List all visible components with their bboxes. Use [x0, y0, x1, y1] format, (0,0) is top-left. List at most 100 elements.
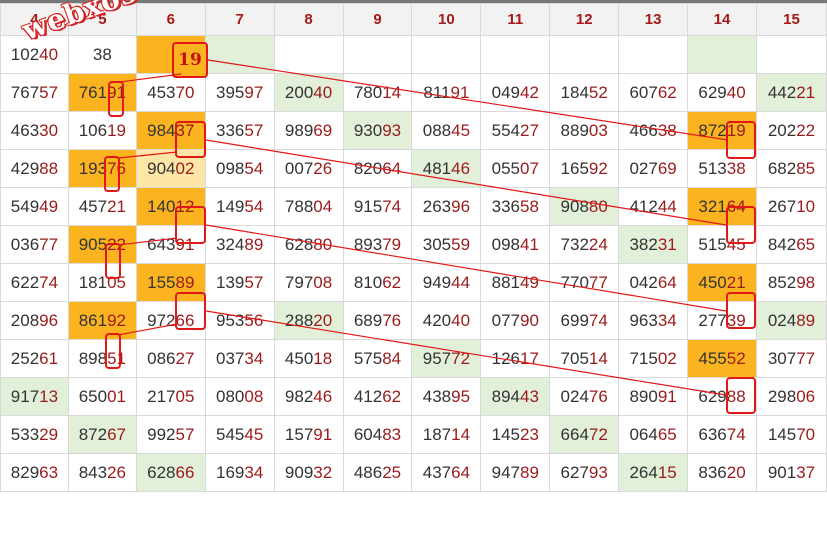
cell-digits-tail: 40 [451, 310, 471, 330]
cell-digits-tail: 70 [175, 82, 195, 102]
cell-digits-tail: 40 [313, 82, 333, 102]
cell-digits-head: 267 [767, 196, 797, 216]
cell-digits-tail: 21 [726, 272, 746, 292]
cell-digits-head: 901 [767, 462, 797, 482]
number-cell: 84265 [755, 225, 827, 264]
number-cell: 70514 [549, 339, 620, 378]
number-cell [549, 35, 620, 74]
cell-digits-head: 810 [353, 272, 383, 292]
cell-digits-head: 036 [10, 234, 40, 254]
cell-digits-tail: 20 [726, 462, 746, 482]
column-header: 7 [204, 3, 275, 36]
number-cell: 54545 [204, 415, 275, 454]
number-cell: 08008 [204, 377, 275, 416]
cell-digits-head: 972 [147, 310, 176, 330]
cell-digits-head: 861 [78, 310, 108, 330]
cell-digits-head: 049 [491, 82, 521, 102]
cell-digits-tail: 77 [588, 272, 608, 292]
cell-digits-head: 761 [78, 82, 108, 102]
number-cell: 07790 [480, 301, 551, 340]
cell-digits-head: 324 [216, 234, 245, 254]
cell-digits-tail: 98 [796, 272, 816, 292]
cell-digits-head: 064 [629, 424, 658, 444]
cell-digits-head: 629 [698, 386, 727, 406]
cell-digits-head: 872 [78, 424, 108, 444]
cell-digits-tail: 63 [39, 462, 59, 482]
number-cell: 62274 [0, 263, 69, 302]
number-cell: 96334 [618, 301, 689, 340]
cell-digits-tail: 79 [382, 234, 402, 254]
table-row: 54949 45721 14012 14954 78804 91574 26396 33658… [0, 187, 827, 226]
cell-digits-tail: 38 [657, 120, 677, 140]
cell-digits-head: 513 [698, 158, 727, 178]
cell-digits-tail: 44 [657, 196, 677, 216]
cell-digits-tail: 30 [39, 120, 59, 140]
number-cell: 38231 [618, 225, 689, 264]
number-cell: 81191 [411, 73, 482, 112]
grid-body: 10240 38 76757 76191 45370 39597 20040 78014 811… [0, 35, 827, 492]
cell-digits-head: 628 [284, 234, 314, 254]
cell-digits-head: 554 [491, 120, 521, 140]
cell-digits-tail: 43 [520, 386, 539, 406]
cell-digits-tail: 62 [382, 272, 402, 292]
number-cell: 54949 [0, 187, 69, 226]
number-cell: 18714 [411, 415, 482, 454]
cell-digits-tail: 04 [313, 196, 333, 216]
cell-digits-head: 770 [560, 272, 589, 292]
number-cell: 88903 [549, 111, 620, 150]
number-cell [204, 35, 275, 74]
mark-box [726, 121, 756, 159]
number-cell [480, 35, 551, 74]
cell-digits-tail: 64 [451, 462, 471, 482]
number-cell: 68976 [342, 301, 413, 340]
number-cell: 38 [67, 35, 137, 74]
cell-digits-tail: 80 [588, 196, 608, 216]
number-cell: 90932 [273, 453, 344, 492]
cell-digits-head: 202 [767, 120, 797, 140]
number-cell: 42988 [0, 149, 69, 188]
cell-digits-head: 889 [560, 120, 589, 140]
number-cell: 09841 [480, 225, 551, 264]
number-cell: 62793 [549, 453, 620, 492]
number-cell: 82963 [0, 453, 69, 492]
number-cell: 41244 [618, 187, 689, 226]
cell-digits-head: 080 [216, 386, 245, 406]
cell-digits-tail: 46 [451, 158, 471, 178]
cell-digits-tail: 03 [588, 120, 608, 140]
column-header: 6 [135, 3, 206, 36]
number-cell: 78014 [342, 73, 413, 112]
cell-digits-tail: 14 [588, 348, 608, 368]
cell-digits-tail: 77 [39, 234, 59, 254]
mark-box [105, 333, 121, 369]
cell-digits-head: 898 [78, 348, 108, 368]
column-header: 15 [755, 3, 827, 36]
number-cell: 14570 [755, 415, 827, 454]
table-row: 53329 87267 99257 54545 15791 60483 18714 14523… [0, 415, 827, 454]
cell-digits-head: 395 [216, 82, 245, 102]
cell-digits-tail: 23 [520, 424, 539, 444]
cell-digits-head: 650 [78, 386, 108, 406]
highlight-number-badge: 19 [172, 42, 208, 78]
cell-digits-head: 486 [353, 462, 383, 482]
cell-digits-tail: 14 [451, 424, 471, 444]
cell-digits-head: 442 [767, 82, 797, 102]
cell-digits-tail: 08 [313, 272, 333, 292]
table-row: 82963 84326 62866 16934 90932 48625 43764 94789… [0, 453, 827, 492]
cell-digits-head: 893 [353, 234, 383, 254]
cell-digits-head: 140 [147, 196, 176, 216]
cell-digits-head: 604 [353, 424, 383, 444]
cell-digits-head: 098 [491, 234, 521, 254]
cell-digits-head: 481 [422, 158, 452, 178]
cell-digits-head: 208 [10, 310, 40, 330]
cell-digits-tail: 74 [39, 272, 59, 292]
column-header: 10 [411, 3, 482, 36]
cell-digits-tail: 40 [39, 44, 59, 64]
number-cell: 16592 [549, 149, 620, 188]
number-cell: 45370 [135, 73, 206, 112]
cell-digits-tail: 25 [382, 462, 402, 482]
cell-digits-head: 989 [284, 120, 314, 140]
cell-digits-head: 450 [284, 348, 314, 368]
cell-digits-head: 38 [92, 44, 112, 64]
cell-digits-head: 155 [147, 272, 176, 292]
cell-digits-tail: 77 [796, 348, 816, 368]
